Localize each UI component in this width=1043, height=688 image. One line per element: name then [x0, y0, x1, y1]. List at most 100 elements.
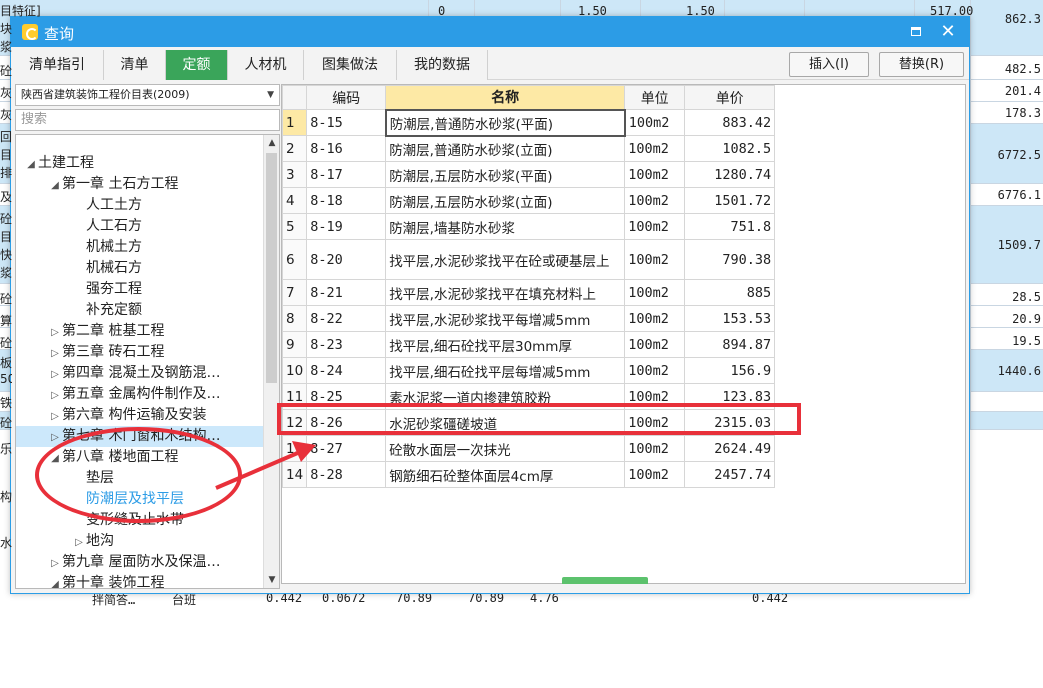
replace-button[interactable]: 替换(R): [879, 52, 964, 77]
tree-item-label: 补充定额: [86, 302, 142, 318]
tree-item[interactable]: 人工石方: [16, 216, 264, 237]
background-cell-value: 1440.6: [997, 364, 1041, 378]
tree-item[interactable]: ▷ 第二章 桩基工程: [16, 321, 264, 342]
cell-code: 8-24: [306, 357, 387, 384]
table-row[interactable]: 6 8-20 找平层,水泥砂浆找平在砼或硬基层上 100m2 790.38: [281, 239, 776, 280]
tab-bar: 清单指引 清单 定额 人材机 图集做法 我的数据 插入(I) 替换(R): [11, 48, 969, 80]
resize-grip[interactable]: [562, 577, 648, 584]
tab-labor-material-machine[interactable]: 人材机: [228, 50, 304, 80]
tree-item[interactable]: ▷ 地沟: [16, 531, 264, 552]
close-icon[interactable]: ✕: [937, 21, 959, 43]
expand-arrow-icon[interactable]: ▷: [48, 364, 62, 385]
tree-scrollbar[interactable]: ▲ ▼: [263, 135, 279, 588]
background-cell-text: 灰: [0, 86, 12, 100]
background-cell-text: 水: [0, 536, 12, 550]
tree-item[interactable]: 补充定额: [16, 300, 264, 321]
background-cell-value: 482.5: [1004, 62, 1041, 76]
expand-arrow-icon[interactable]: ▷: [48, 343, 62, 364]
column-header-code[interactable]: 编码: [306, 85, 387, 110]
tree-item-label: 强夯工程: [86, 281, 142, 297]
tree-item[interactable]: ▷ 第四章 混凝土及钢筋混…: [16, 363, 264, 384]
insert-button[interactable]: 插入(I): [789, 52, 869, 77]
cell-name: 找平层,细石砼找平层每增减5mm: [385, 357, 626, 384]
row-number: 2: [281, 135, 308, 162]
cell-price: 1082.5: [684, 135, 776, 162]
table-row[interactable]: 1 8-15 防潮层,普通防水砂浆(平面) 100m2 883.42: [281, 108, 776, 137]
background-cell-text: 板: [0, 356, 12, 370]
background-cell-text: 灰: [0, 108, 12, 122]
background-cell-text: 快: [0, 248, 12, 262]
tree-item[interactable]: 强夯工程: [16, 279, 264, 300]
expand-arrow-icon[interactable]: ▷: [48, 553, 62, 574]
row-number-header: [281, 85, 308, 110]
background-cell-text: 50: [0, 372, 12, 386]
table-row[interactable]: 3 8-17 防潮层,五层防水砂浆(平面) 100m2 1280.74: [281, 161, 776, 188]
table-row[interactable]: 13 8-27 砼散水面层一次抹光 100m2 2624.49: [281, 435, 776, 462]
cell-price: 2624.49: [684, 435, 776, 462]
row-number: 10: [281, 357, 308, 384]
background-cell-value: 1509.7: [997, 238, 1041, 252]
tree-item[interactable]: ◢ 第一章 土石方工程: [16, 174, 264, 195]
cell-name: 防潮层,普通防水砂浆(平面): [384, 108, 626, 137]
table-row[interactable]: 4 8-18 防潮层,五层防水砂浆(立面) 100m2 1501.72: [281, 187, 776, 214]
tree-item-label: 第五章 金属构件制作及…: [62, 386, 221, 402]
cell-price: 1501.72: [684, 187, 776, 214]
tree-item[interactable]: ◢ 第十章 装饰工程: [16, 573, 264, 588]
cell-name: 找平层,水泥砂浆找平每增减5mm: [385, 305, 626, 332]
background-cell-value: 20.9: [1012, 312, 1041, 326]
background-cell-text: 铁: [0, 396, 12, 410]
search-input[interactable]: 搜索: [15, 109, 280, 131]
cell-code: 8-28: [306, 461, 387, 488]
tab-list[interactable]: 清单: [104, 50, 166, 80]
table-row[interactable]: 7 8-21 找平层,水泥砂浆找平在填充材料上 100m2 885: [281, 279, 776, 306]
tree-item[interactable]: ▷ 第九章 屋面防水及保温…: [16, 552, 264, 573]
highlight-rectangle: [277, 403, 801, 435]
expand-arrow-icon[interactable]: ◢: [24, 154, 38, 175]
tree-item[interactable]: 机械土方: [16, 237, 264, 258]
tab-list-guide[interactable]: 清单指引: [11, 50, 104, 80]
background-cell-text: 目: [0, 230, 12, 244]
tree-item[interactable]: 机械石方: [16, 258, 264, 279]
tree-item[interactable]: ▷ 第三章 砖石工程: [16, 342, 264, 363]
column-header-unit[interactable]: 单位: [624, 85, 686, 110]
row-number: 1: [281, 109, 308, 136]
column-header-price[interactable]: 单价: [684, 85, 776, 110]
expand-arrow-icon[interactable]: ◢: [48, 574, 62, 588]
background-cell-text: 乐: [0, 442, 12, 456]
background-cell-text: 目特征]: [0, 4, 41, 18]
table-row[interactable]: 5 8-19 防潮层,墙基防水砂浆 100m2 751.8: [281, 213, 776, 240]
background-cell-value: 178.3: [1004, 106, 1041, 120]
scroll-thumb[interactable]: [266, 153, 277, 383]
tab-quota[interactable]: 定额: [166, 50, 228, 80]
expand-arrow-icon[interactable]: ▷: [72, 532, 86, 553]
cell-name: 防潮层,五层防水砂浆(立面): [385, 187, 626, 214]
tab-my-data[interactable]: 我的数据: [397, 50, 488, 80]
tree-item[interactable]: ▷ 第五章 金属构件制作及…: [16, 384, 264, 405]
table-row[interactable]: 10 8-24 找平层,细石砼找平层每增减5mm 100m2 156.9: [281, 357, 776, 384]
table-row[interactable]: 14 8-28 钢筋细石砼整体面层4cm厚 100m2 2457.74: [281, 461, 776, 488]
background-cell-value: 862.3: [1004, 12, 1041, 26]
cell-name: 砼散水面层一次抹光: [385, 435, 626, 462]
scroll-up-icon[interactable]: ▲: [264, 135, 279, 151]
expand-arrow-icon[interactable]: ▷: [48, 385, 62, 406]
cell-unit: 100m2: [624, 135, 686, 162]
expand-arrow-icon[interactable]: ▷: [48, 406, 62, 427]
column-header-name[interactable]: 名称: [385, 85, 626, 110]
dialog-title-bar[interactable]: 查询 ✕: [11, 17, 969, 47]
table-row[interactable]: 2 8-16 防潮层,普通防水砂浆(立面) 100m2 1082.5: [281, 135, 776, 162]
tree-item[interactable]: ▷ 第六章 构件运输及安装: [16, 405, 264, 426]
background-cell-text: 浆: [0, 40, 12, 54]
restore-icon[interactable]: [905, 21, 927, 43]
library-select[interactable]: 陕西省建筑装饰工程价目表(2009) ▼: [15, 84, 280, 106]
table-row[interactable]: 9 8-23 找平层,细石砼找平层30mm厚 100m2 894.87: [281, 331, 776, 358]
row-number: 7: [281, 279, 308, 306]
scroll-down-icon[interactable]: ▼: [264, 572, 279, 588]
expand-arrow-icon[interactable]: ◢: [48, 175, 62, 196]
tree-item[interactable]: ◢ 土建工程: [16, 153, 264, 174]
background-cell-text: 砼: [0, 64, 12, 78]
tree-item-label: 土建工程: [38, 155, 94, 171]
tree-item[interactable]: 人工土方: [16, 195, 264, 216]
expand-arrow-icon[interactable]: ▷: [48, 322, 62, 343]
tab-atlas-method[interactable]: 图集做法: [304, 50, 397, 80]
table-row[interactable]: 8 8-22 找平层,水泥砂浆找平每增减5mm 100m2 153.53: [281, 305, 776, 332]
